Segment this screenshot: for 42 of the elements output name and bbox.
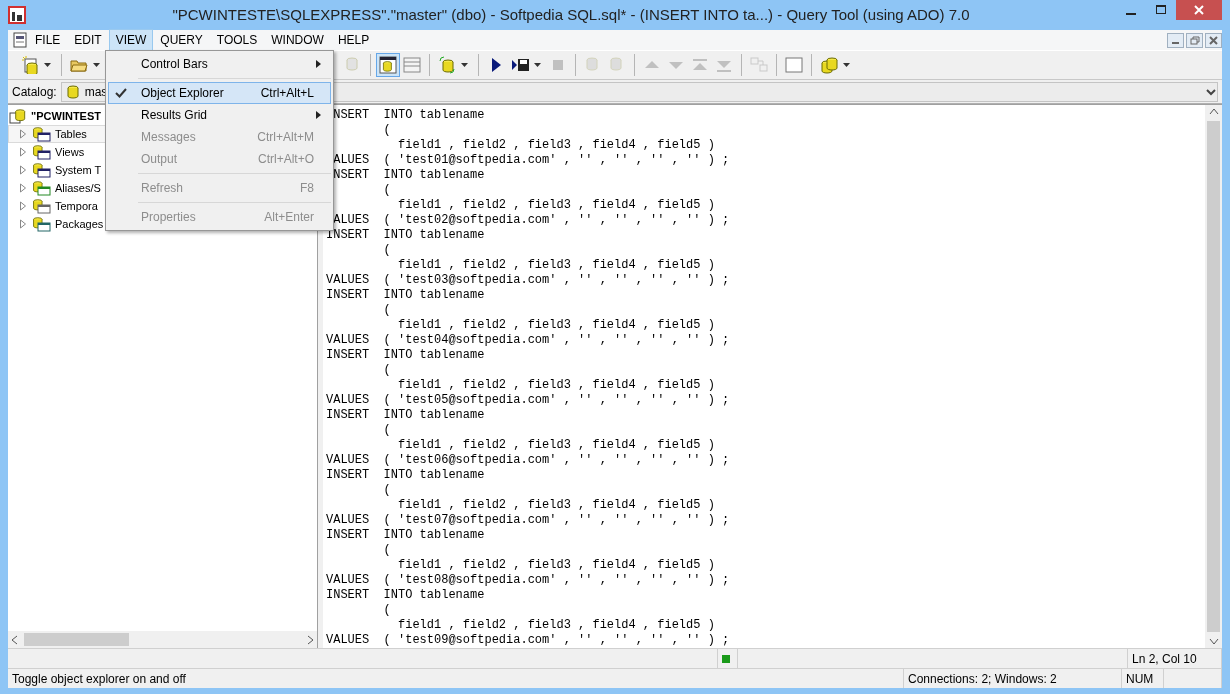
code-line: field1 , field2 , field3 , field4 , field5 ) — [397, 558, 716, 573]
code-line: ALUES ( 'test01@softpedia.com' , '' , '' , '' , '' ) ; — [332, 153, 731, 168]
code-line: NSERT INTO tablename — [332, 108, 486, 123]
code-line: ( — [382, 123, 392, 138]
code-line: INSERT INTO tablename — [326, 228, 486, 243]
code-line: ( — [382, 603, 392, 618]
num-lock-indicator: NUM — [1126, 670, 1154, 688]
code-line: field1 , field2 , field3 , field4 , field5 ) — [397, 198, 716, 213]
code-line: ( — [382, 303, 392, 318]
code-line: field1 , field2 , field3 , field4 , field5 ) — [397, 258, 716, 273]
code-line: field1 , field2 , field3 , field4 , field5 ) — [397, 378, 716, 393]
code-line: ( — [382, 423, 392, 438]
code-line: INSERT INTO tablename — [326, 468, 486, 483]
code-line: VALUES ( 'test07@softpedia.com' , '' , '' , '' , '' ) ; — [326, 513, 731, 528]
code-line: VALUES ( 'test08@softpedia.com' , '' , '' , '' , '' ) ; — [326, 573, 731, 588]
code-line: field1 , field2 , field3 , field4 , field5 ) — [397, 498, 716, 513]
code-line: ALUES ( 'test02@softpedia.com' , '' , '' , '' , '' ) ; — [332, 213, 731, 228]
window-title: "PCWINTESTE\SQLEXPRESS"."master" (dbo) - Softpedia SQL.sql* - (INSERT INTO ta...) - Query Tool (using ADO) 7.0 — [171, 4, 971, 25]
code-line: INSERT INTO tablename — [326, 288, 486, 303]
code-line: VALUES ( 'test04@softpedia.com' , '' , '' , '' , '' ) ; — [326, 333, 731, 348]
code-line: ( — [382, 363, 392, 378]
code-line: ( — [382, 483, 392, 498]
code-line: VALUES ( 'test06@softpedia.com' , '' , '' , '' , '' ) ; — [326, 453, 731, 468]
code-line: VALUES ( 'test09@softpedia.com' , '' , '' , '' , '' ) ; — [326, 633, 731, 648]
connections-status: Connections: 2; Windows: 2 — [908, 670, 1057, 688]
status-message: Toggle object explorer on and off — [12, 670, 186, 688]
code-line: INSERT INTO tablename — [326, 348, 486, 363]
code-line: field1 , field2 , field3 , field4 , field5 ) — [397, 318, 716, 333]
code-line: NSERT INTO tablename — [332, 168, 486, 183]
code-line: field1 , field2 , field3 , field4 , field5 ) — [397, 438, 716, 453]
code-line: VALUES ( 'test03@softpedia.com' , '' , '' , '' , '' ) ; — [326, 273, 731, 288]
code-line: INSERT INTO tablename — [326, 588, 486, 603]
code-line: INSERT INTO tablename — [326, 528, 486, 543]
code-line: VALUES ( 'test05@softpedia.com' , '' , '' , '' , '' ) ; — [326, 393, 731, 408]
code-line: INSERT INTO tablename — [326, 408, 486, 423]
code-line: ( — [382, 183, 392, 198]
code-line: ( — [382, 543, 392, 558]
code-line: field1 , field2 , field3 , field4 , field5 ) — [397, 618, 716, 633]
code-line: field1 , field2 , field3 , field4 , field5 ) — [397, 138, 716, 153]
catalog-label: Catalog: — [12, 83, 57, 101]
cursor-position: Ln 2, Col 10 — [1132, 650, 1197, 668]
code-line: ( — [382, 243, 392, 258]
